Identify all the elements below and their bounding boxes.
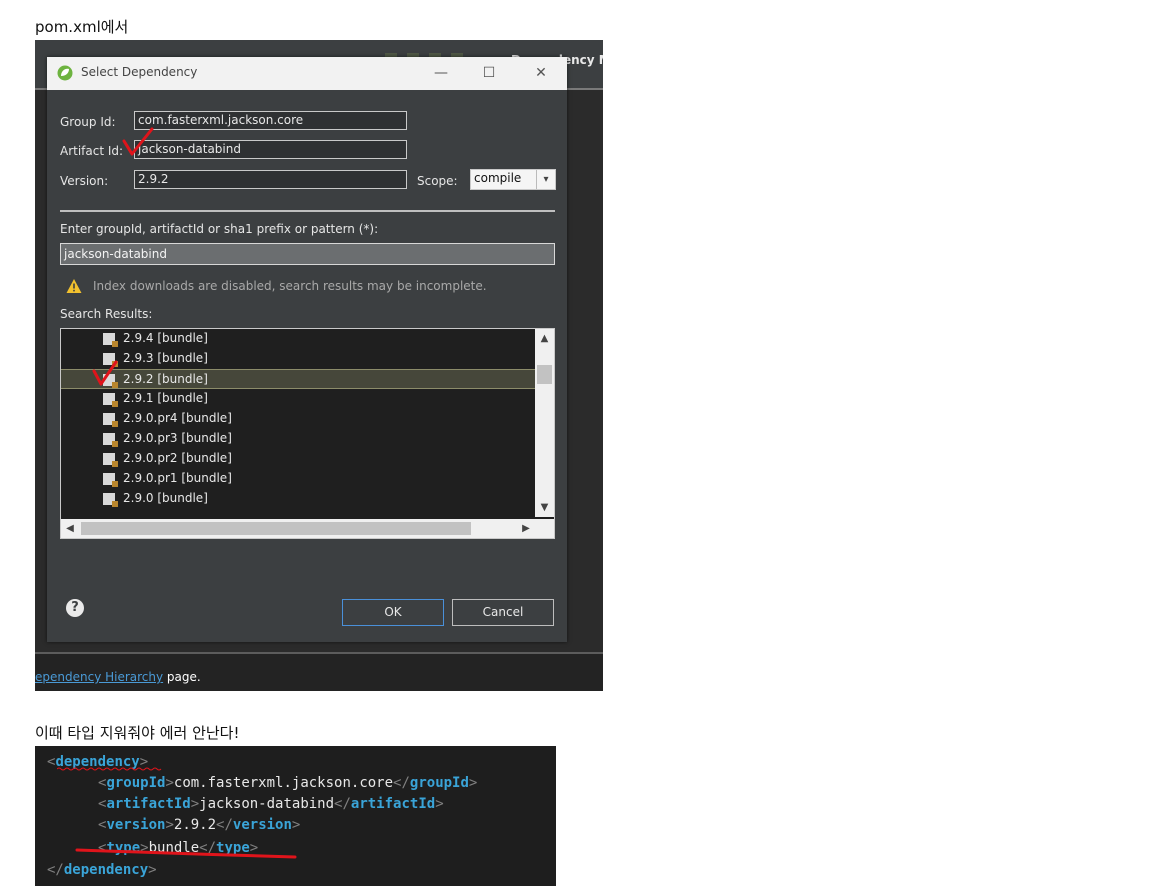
red-checkmark-annotation (122, 127, 154, 156)
red-strikethrough-annotation (75, 848, 297, 859)
separator (60, 210, 555, 212)
scope-label: Scope: (417, 174, 458, 188)
ok-button[interactable]: OK (342, 599, 444, 626)
scope-select[interactable]: compile ▾ (470, 169, 556, 190)
search-result-item[interactable]: 2.9.0.pr2 [bundle] (61, 449, 535, 469)
pom-xml-code-snippet: <dependency> <groupId>com.fasterxml.jack… (35, 746, 556, 886)
group-id-field[interactable]: com.fasterxml.jackson.core (134, 111, 407, 130)
group-id-label: Group Id: (60, 115, 116, 129)
search-result-label: 2.9.4 [bundle] (123, 331, 208, 345)
jar-bundle-icon (103, 433, 118, 447)
pattern-label: Enter groupId, artifactId or sha1 prefix… (60, 222, 379, 236)
search-result-item[interactable]: 2.9.1 [bundle] (61, 389, 535, 409)
red-checkmark-annotation (92, 360, 118, 386)
cancel-button[interactable]: Cancel (452, 599, 554, 626)
caption-pom-xml: pom.xml에서 (35, 18, 129, 36)
search-result-label: 2.9.0 [bundle] (123, 491, 208, 505)
jar-bundle-icon (103, 493, 118, 507)
warning-icon (66, 279, 82, 293)
vertical-scrollbar[interactable]: ▲ ▼ (535, 329, 554, 517)
close-button[interactable]: ✕ (529, 61, 553, 85)
search-result-label: 2.9.0.pr1 [bundle] (123, 471, 232, 485)
minimize-button[interactable]: — (429, 61, 453, 85)
artifact-id-label: Artifact Id: (60, 144, 124, 158)
jar-bundle-icon (103, 453, 118, 467)
scroll-up-icon[interactable]: ▲ (535, 329, 554, 347)
search-result-item[interactable]: 2.9.0.pr1 [bundle] (61, 469, 535, 489)
search-result-item[interactable]: 2.9.0.pr3 [bundle] (61, 429, 535, 449)
jar-bundle-icon (103, 393, 118, 407)
scroll-left-icon[interactable]: ◀ (61, 519, 79, 538)
spring-leaf-icon (57, 65, 73, 81)
code-line-version: <version>2.9.2</version> (98, 817, 301, 833)
scroll-right-icon[interactable]: ▶ (517, 519, 535, 538)
search-result-item[interactable]: 2.9.0.pr4 [bundle] (61, 409, 535, 429)
dialog-title: Select Dependency (81, 65, 198, 79)
select-dependency-dialog: Select Dependency — ☐ ✕ Group Id: com.fa… (47, 57, 567, 642)
dialog-titlebar[interactable]: Select Dependency — ☐ ✕ (47, 57, 567, 90)
code-line-groupid: <groupId>com.fasterxml.jackson.core</gro… (98, 775, 478, 791)
version-field[interactable]: 2.9.2 (134, 170, 407, 189)
eclipse-screenshot: Dependency M Select Dependency — ☐ ✕ Gro… (35, 40, 603, 691)
jar-bundle-icon (103, 413, 118, 427)
spellcheck-squiggle (57, 767, 162, 771)
scroll-down-icon[interactable]: ▼ (535, 499, 554, 517)
search-result-label: 2.9.3 [bundle] (123, 351, 208, 365)
search-result-label: 2.9.2 [bundle] (123, 372, 208, 386)
code-line-dependency-close: </dependency> (47, 862, 157, 878)
jar-bundle-icon (103, 333, 118, 347)
warning-message: Index downloads are disabled, search res… (93, 279, 487, 293)
search-result-label: 2.9.0.pr4 [bundle] (123, 411, 232, 425)
horizontal-scrollbar[interactable]: ◀ ▶ (61, 519, 535, 538)
chevron-down-icon: ▾ (536, 170, 555, 189)
search-results-list[interactable]: 2.9.4 [bundle] 2.9.3 [bundle] 2.9.2 [bundl… (60, 328, 555, 539)
search-result-label: 2.9.0.pr2 [bundle] (123, 451, 232, 465)
maximize-button[interactable]: ☐ (477, 61, 501, 85)
dependency-hierarchy-link[interactable]: ependency Hierarchy (35, 670, 163, 684)
page-suffix-text: page. (163, 670, 201, 684)
scroll-thumb-horizontal[interactable] (81, 522, 471, 535)
artifact-id-field[interactable]: jackson-databind (134, 140, 407, 159)
search-results-label: Search Results: (60, 307, 153, 321)
search-pattern-input[interactable]: jackson-databind (60, 243, 555, 265)
search-result-item[interactable]: 2.9.0 [bundle] (61, 489, 535, 509)
jar-bundle-icon (103, 473, 118, 487)
help-icon[interactable]: ? (66, 599, 84, 617)
search-result-label: 2.9.1 [bundle] (123, 391, 208, 405)
scroll-thumb[interactable] (537, 365, 552, 384)
search-result-item[interactable]: 2.9.4 [bundle] (61, 329, 535, 349)
search-result-label: 2.9.0.pr3 [bundle] (123, 431, 232, 445)
code-line-artifactid: <artifactId>jackson-databind</artifactId… (98, 796, 444, 812)
caption-remove-type: 이때 타입 지워줘야 에러 안난다! (35, 724, 240, 742)
search-result-item[interactable]: 2.9.3 [bundle] (61, 349, 535, 369)
scope-value: compile (474, 171, 522, 185)
version-label: Version: (60, 174, 109, 188)
ide-status-bar: ependency Hierarchy page. (35, 652, 603, 691)
search-result-item[interactable]: 2.9.2 [bundle] (61, 369, 535, 389)
